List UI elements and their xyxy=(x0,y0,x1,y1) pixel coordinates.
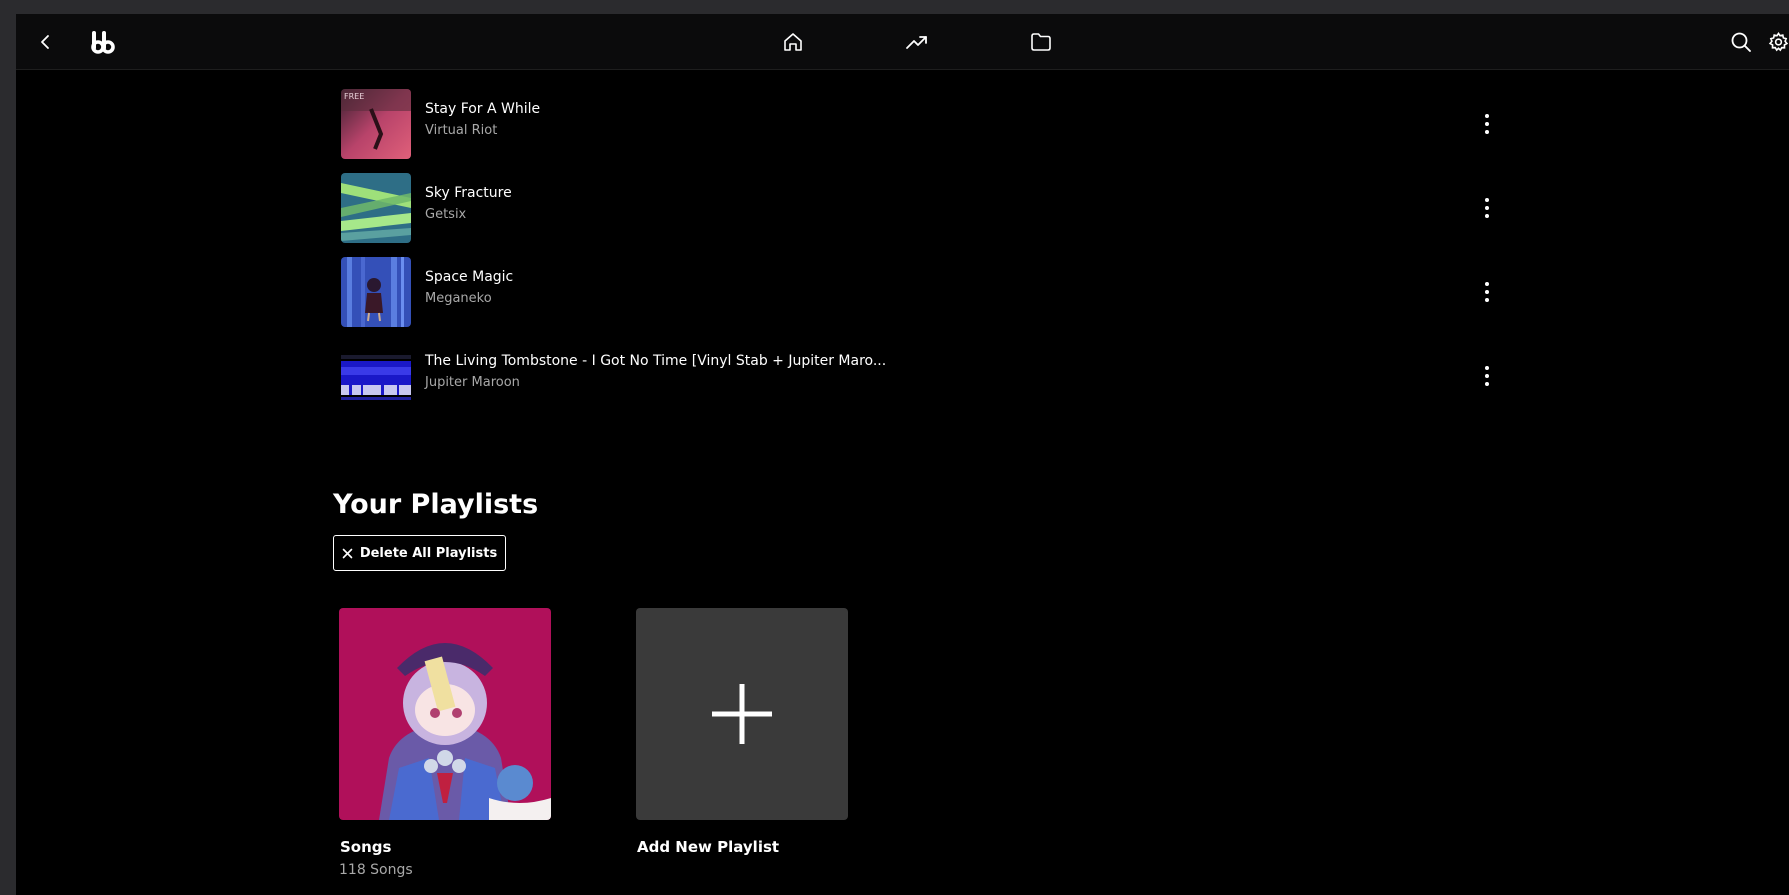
track-options-button[interactable] xyxy=(1475,274,1499,310)
search-button[interactable] xyxy=(1728,28,1754,56)
settings-button[interactable] xyxy=(1768,28,1789,56)
track-row[interactable]: Space Magic Meganeko xyxy=(341,257,1521,327)
home-icon xyxy=(784,33,802,51)
track-title: The Living Tombstone - I Got No Time [Vi… xyxy=(425,353,887,369)
add-playlist-label: Add New Playlist xyxy=(637,838,780,856)
album-art xyxy=(341,173,411,243)
app-logo-button[interactable] xyxy=(88,28,118,56)
playlist-song-count: 118 Songs xyxy=(339,862,413,878)
album-art: FREE xyxy=(341,89,411,159)
album-art xyxy=(341,257,411,327)
track-options-button[interactable] xyxy=(1475,106,1499,142)
track-row[interactable]: Sky Fracture Getsix xyxy=(341,173,1521,243)
delete-all-label: Delete All Playlists xyxy=(359,545,498,561)
back-icon xyxy=(41,35,49,49)
folder-icon xyxy=(1031,33,1051,51)
trending-icon xyxy=(906,36,927,49)
track-artist[interactable]: Getsix xyxy=(425,207,466,222)
settings-icon xyxy=(1768,31,1789,52)
window-left-edge xyxy=(0,14,16,895)
delete-all-playlists-button[interactable]: Delete All Playlists xyxy=(333,535,506,571)
svg-text:FREE: FREE xyxy=(344,92,364,101)
app-logo xyxy=(91,31,115,54)
close-icon xyxy=(342,548,353,558)
playlist-name: Songs xyxy=(340,838,392,856)
track-artist[interactable]: Virtual Riot xyxy=(425,123,497,138)
track-title: Stay For A While xyxy=(425,101,541,117)
track-title: Space Magic xyxy=(425,269,514,285)
track-title: Sky Fracture xyxy=(425,185,512,201)
playlist-cover xyxy=(339,608,551,820)
search-icon xyxy=(1731,32,1751,52)
track-artist[interactable]: Meganeko xyxy=(425,291,492,306)
trending-button[interactable] xyxy=(904,28,930,56)
track-options-button[interactable] xyxy=(1475,190,1499,226)
track-row[interactable]: The Living Tombstone - I Got No Time [Vi… xyxy=(341,341,1521,411)
album-art xyxy=(341,341,411,411)
track-options-button[interactable] xyxy=(1475,358,1499,394)
library-button[interactable] xyxy=(1028,28,1054,56)
home-button[interactable] xyxy=(780,28,806,56)
plus-icon xyxy=(712,684,772,744)
track-artist[interactable]: Jupiter Maroon xyxy=(425,375,520,390)
music-app: FREE Stay For A While Virtual Riot Sky F… xyxy=(16,14,1789,895)
back-button[interactable] xyxy=(34,28,58,56)
top-navigation-bar xyxy=(16,14,1789,70)
track-row[interactable]: FREE Stay For A While Virtual Riot xyxy=(341,89,1521,159)
section-title: Your Playlists xyxy=(333,489,539,520)
window-top-bar xyxy=(0,0,1789,14)
add-playlist-tile[interactable] xyxy=(636,608,848,820)
